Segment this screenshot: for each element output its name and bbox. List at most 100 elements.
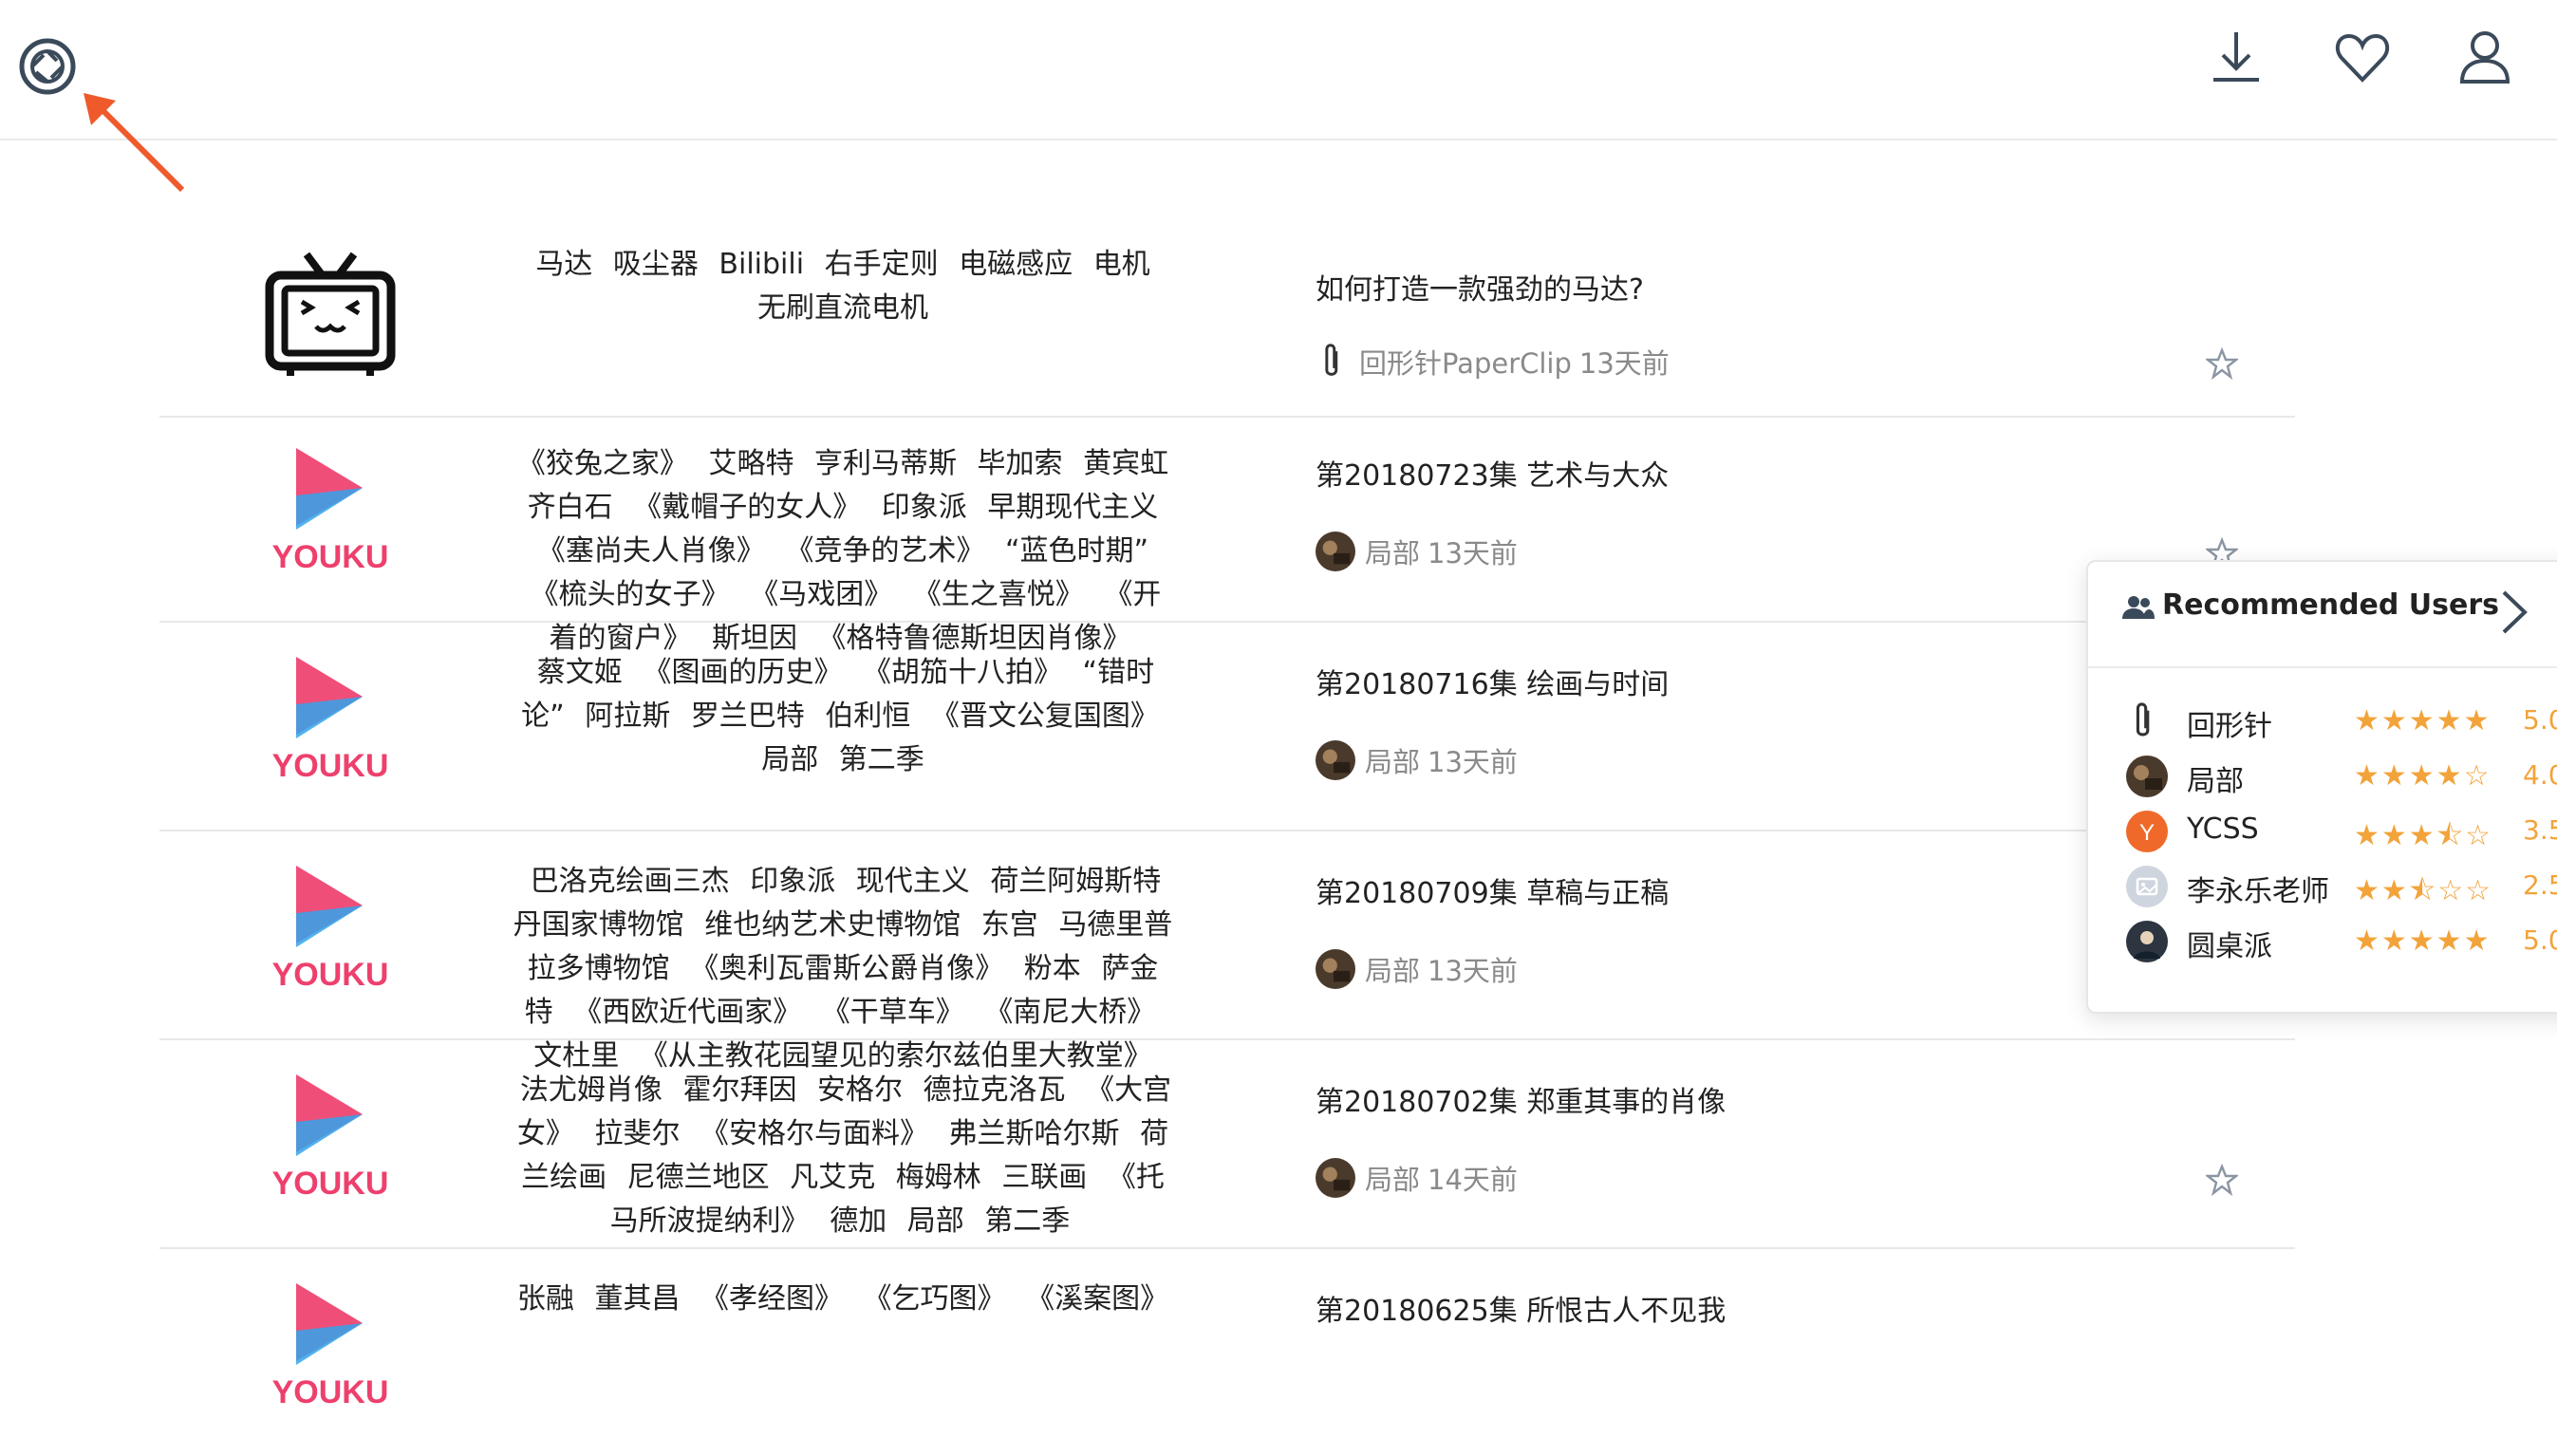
- author-name[interactable]: 局部: [1365, 740, 1420, 780]
- recommended-user-item[interactable]: 李永乐老师 ★★⯪☆☆ 2.5: [2126, 860, 2557, 915]
- favorite-star-icon[interactable]: [2204, 1163, 2240, 1197]
- tag-item[interactable]: “蓝色时期”: [1005, 534, 1148, 568]
- tag-item[interactable]: 艾略特: [708, 447, 793, 480]
- tag-item[interactable]: 法尤姆肖像: [520, 1073, 663, 1107]
- tag-item[interactable]: 电机: [1093, 248, 1150, 281]
- tag-item[interactable]: 《梳头的女子》: [531, 578, 730, 611]
- tag-item[interactable]: 印象派: [750, 865, 835, 898]
- tag-item[interactable]: 拉斐尔: [594, 1117, 680, 1150]
- video-title[interactable]: 如何打造一款强劲的马达?: [1316, 266, 1644, 308]
- tag-item[interactable]: 梅姆林: [896, 1161, 981, 1194]
- tag-item[interactable]: 《溪案图》: [1026, 1282, 1168, 1316]
- tag-item[interactable]: 安格尔: [817, 1073, 903, 1107]
- tag-item[interactable]: 《马戏团》: [750, 578, 892, 611]
- tag-item[interactable]: 黄宾虹: [1083, 447, 1168, 480]
- tag-item[interactable]: 德加: [830, 1204, 887, 1238]
- tag-item[interactable]: 早期现代主义: [987, 491, 1158, 524]
- tag-item[interactable]: 齐白石: [528, 491, 613, 524]
- tag-item[interactable]: 局部: [907, 1204, 964, 1238]
- author-avatar[interactable]: [1316, 1158, 1355, 1198]
- tag-item[interactable]: 无刷直流电机: [757, 291, 928, 325]
- video-row[interactable]: YOUKU 《狡兔之家》 艾略特 亨利马蒂斯 毕加索 黄宾虹 齐白石 《戴帽子的…: [159, 414, 2295, 655]
- tag-item[interactable]: 第二季: [839, 743, 924, 776]
- author-avatar[interactable]: [1316, 949, 1355, 989]
- author-name[interactable]: 局部: [1365, 1158, 1420, 1198]
- video-row[interactable]: YOUKU 巴洛克绘画三杰 印象派 现代主义 荷兰阿姆斯特丹国家博物馆 维也纳艺…: [159, 831, 2295, 1073]
- tag-item[interactable]: 《西欧近代画家》: [573, 996, 801, 1029]
- video-title[interactable]: 第20180723集 艺术与大众: [1316, 452, 1669, 494]
- tag-item[interactable]: 东宫: [981, 908, 1038, 942]
- tag-item[interactable]: 维也纳艺术史博物馆: [704, 908, 961, 942]
- recommended-users-header[interactable]: Recommended Users: [2088, 562, 2557, 668]
- tag-item[interactable]: 张融: [517, 1282, 574, 1316]
- tag-item[interactable]: 《晋文公复国图》: [931, 700, 1159, 733]
- user-name[interactable]: 回形针: [2187, 702, 2272, 744]
- video-title[interactable]: 第20180709集 草稿与正稿: [1316, 869, 1669, 911]
- tag-item[interactable]: 弗兰斯哈尔斯: [949, 1117, 1120, 1150]
- tag-item[interactable]: 《狡兔之家》: [517, 447, 688, 480]
- author-name[interactable]: 局部: [1365, 532, 1420, 571]
- tag-item[interactable]: 右手定则: [825, 248, 939, 281]
- author-name[interactable]: 回形针PaperClip: [1359, 342, 1572, 382]
- user-name[interactable]: 圆桌派: [2187, 923, 2272, 964]
- recommended-user-item[interactable]: 圆桌派 ★★★★★ 5.0: [2126, 915, 2557, 970]
- tag-item[interactable]: 尼德兰地区: [627, 1161, 770, 1194]
- user-name[interactable]: YCSS: [2187, 812, 2259, 846]
- tag-item[interactable]: 《竞争的艺术》: [785, 534, 984, 568]
- author-avatar[interactable]: [1316, 740, 1355, 780]
- tag-item[interactable]: 霍尔拜因: [682, 1073, 796, 1107]
- tag-item[interactable]: 《干草车》: [822, 996, 964, 1029]
- favorite-star-icon[interactable]: [2204, 346, 2240, 381]
- video-row[interactable]: YOUKU 蔡文姬 《图画的历史》 《胡笳十八拍》 “错时论” 阿拉斯 罗兰巴特…: [159, 623, 2295, 831]
- author-name[interactable]: 局部: [1365, 949, 1420, 989]
- video-row[interactable]: 马达 吸尘器 Bilibili 右手定则 电磁感应 电机 无刷直流电机 如何打造…: [159, 209, 2295, 418]
- tag-item[interactable]: 亨利马蒂斯: [814, 447, 957, 480]
- tag-item[interactable]: 董其昌: [594, 1282, 680, 1316]
- tag-item[interactable]: 《安格尔与面料》: [700, 1117, 928, 1150]
- tag-item[interactable]: 《图画的历史》: [643, 656, 842, 689]
- video-title[interactable]: 第20180625集 所恨古人不见我: [1316, 1287, 1726, 1329]
- recommended-user-item[interactable]: 局部 ★★★★☆ 4.0: [2126, 750, 2557, 805]
- aperture-logo-icon[interactable]: [19, 38, 76, 95]
- user-icon[interactable]: [2454, 27, 2515, 87]
- tag-item[interactable]: 三联画: [1001, 1161, 1087, 1194]
- tag-item[interactable]: 巴洛克绘画三杰: [531, 865, 730, 898]
- user-name[interactable]: 局部: [2187, 757, 2244, 799]
- video-row[interactable]: YOUKU 法尤姆肖像 霍尔拜因 安格尔 德拉克洛瓦 《大宫女》 拉斐尔 《安格…: [159, 1040, 2295, 1249]
- author-avatar[interactable]: [1316, 532, 1355, 571]
- video-title[interactable]: 第20180702集 郑重其事的肖像: [1316, 1078, 1726, 1120]
- tag-item[interactable]: 凡艾克: [790, 1161, 875, 1194]
- video-title[interactable]: 第20180716集 绘画与时间: [1316, 661, 1669, 702]
- tag-item[interactable]: 吸尘器: [613, 248, 699, 281]
- heart-icon[interactable]: [2332, 27, 2393, 87]
- tag-item[interactable]: 印象派: [882, 491, 967, 524]
- chevron-right-icon[interactable]: [2494, 588, 2532, 636]
- tag-item[interactable]: 罗兰巴特: [691, 700, 805, 733]
- tag-item[interactable]: 第二季: [984, 1204, 1070, 1238]
- tag-item[interactable]: 粉本: [1024, 952, 1081, 985]
- tag-item[interactable]: 《塞尚夫人肖像》: [537, 534, 765, 568]
- tag-item[interactable]: 伯利恒: [825, 700, 910, 733]
- tag-item[interactable]: 《胡笳十八拍》: [863, 656, 1062, 689]
- tag-item[interactable]: 德拉克洛瓦: [924, 1073, 1066, 1107]
- user-name[interactable]: 李永乐老师: [2187, 868, 2329, 909]
- tag-item[interactable]: 《孝经图》: [700, 1282, 843, 1316]
- tag-item[interactable]: 《奥利瓦雷斯公爵肖像》: [690, 952, 1003, 985]
- tag-item[interactable]: 阿拉斯: [585, 700, 670, 733]
- tag-item[interactable]: 《戴帽子的女人》: [633, 491, 861, 524]
- tag-item[interactable]: 《生之喜悦》: [913, 578, 1084, 611]
- recommended-user-item[interactable]: 回形针 ★★★★★ 5.0: [2126, 695, 2557, 750]
- video-row[interactable]: YOUKU 张融 董其昌 《孝经图》 《乞巧图》 《溪案图》 第20180625…: [159, 1249, 2295, 1456]
- download-icon[interactable]: [2206, 27, 2267, 87]
- tag-item[interactable]: 《南尼大桥》: [984, 996, 1155, 1029]
- tag-item[interactable]: 马达: [535, 248, 592, 281]
- tag-item[interactable]: 《乞巧图》: [864, 1282, 1006, 1316]
- tag-item[interactable]: 毕加索: [978, 447, 1063, 480]
- tag-item[interactable]: Bilibili: [719, 248, 804, 281]
- tag-item[interactable]: 现代主义: [856, 865, 970, 898]
- recommended-user-item[interactable]: Y YCSS ★★★⯪☆ 3.5: [2126, 805, 2557, 860]
- tag-item[interactable]: 电磁感应: [959, 248, 1073, 281]
- tag-item[interactable]: 蔡文姬: [537, 656, 623, 689]
- tag-item[interactable]: 局部: [761, 743, 818, 776]
- paperclip-icon[interactable]: [1316, 342, 1348, 382]
